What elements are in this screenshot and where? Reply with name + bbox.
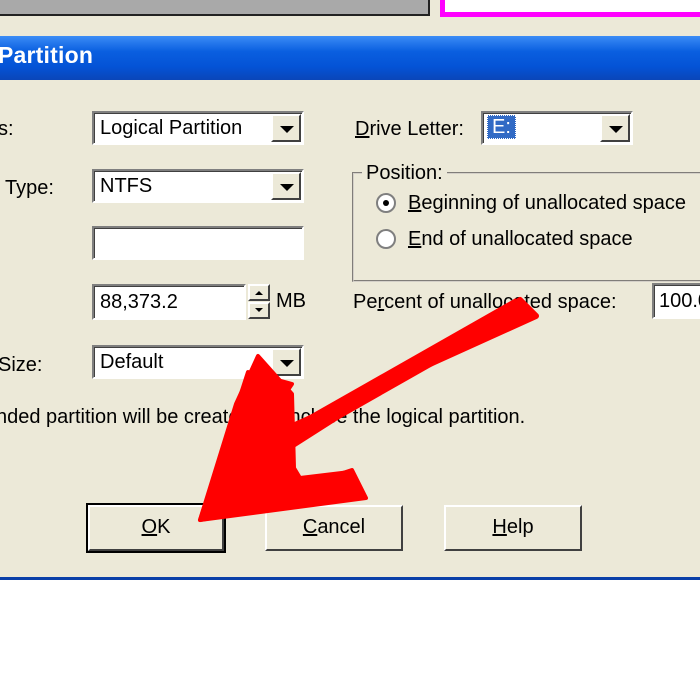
radio-end-label[interactable]: End of unallocated space	[408, 228, 633, 251]
size-value: 88,373.2	[100, 291, 178, 313]
drive-letter-value: E:	[487, 115, 516, 139]
position-group	[352, 172, 700, 282]
chevron-down-icon[interactable]	[600, 114, 630, 142]
chevron-down-icon[interactable]	[271, 172, 301, 200]
percent-label: Percent of unallocated space:	[353, 291, 617, 313]
percent-value: 100.0	[659, 290, 700, 312]
dialog-title: Partition	[0, 42, 94, 68]
filesystem-type-select[interactable]: NTFS	[92, 169, 304, 203]
partition-type-select[interactable]: Logical Partition	[92, 111, 304, 145]
info-text: nded partition will be created to enclos…	[0, 406, 526, 428]
spin-down-icon[interactable]	[248, 302, 270, 319]
radio-beginning-label[interactable]: Beginning of unallocated space	[408, 192, 686, 215]
size-spinner[interactable]	[248, 284, 270, 320]
percent-input[interactable]: 100.0	[652, 283, 700, 319]
size-unit-label: MB	[276, 290, 306, 312]
partition-type-value: Logical Partition	[100, 117, 243, 139]
volume-label-input[interactable]	[92, 226, 304, 260]
partition-type-label: s:	[0, 118, 14, 140]
drive-letter-select[interactable]: E:	[481, 111, 633, 145]
filesystem-type-label: Type:	[5, 177, 54, 199]
background-windows	[0, 0, 700, 22]
chevron-down-icon[interactable]	[271, 348, 301, 376]
filesystem-type-value: NTFS	[100, 175, 153, 197]
drive-letter-label: Drive Letter:	[355, 118, 464, 140]
radio-end[interactable]	[376, 229, 396, 249]
radio-beginning[interactable]	[376, 193, 396, 213]
ok-button[interactable]: OK	[86, 503, 226, 553]
partition-dialog: Partition s: Logical Partition Type: NTF…	[0, 22, 700, 580]
spin-up-icon[interactable]	[248, 284, 270, 301]
position-group-label: Position:	[362, 162, 447, 185]
title-bar[interactable]: Partition	[0, 36, 700, 80]
background-window-gray	[0, 0, 430, 16]
cancel-button[interactable]: Cancel	[265, 505, 403, 551]
cluster-size-value: Default	[100, 351, 164, 373]
size-input[interactable]: 88,373.2	[92, 284, 246, 320]
cluster-size-label: Size:	[0, 354, 43, 376]
cluster-size-select[interactable]: Default	[92, 345, 304, 379]
help-button[interactable]: Help	[444, 505, 582, 551]
background-window-magenta	[440, 0, 700, 17]
chevron-down-icon[interactable]	[271, 114, 301, 142]
